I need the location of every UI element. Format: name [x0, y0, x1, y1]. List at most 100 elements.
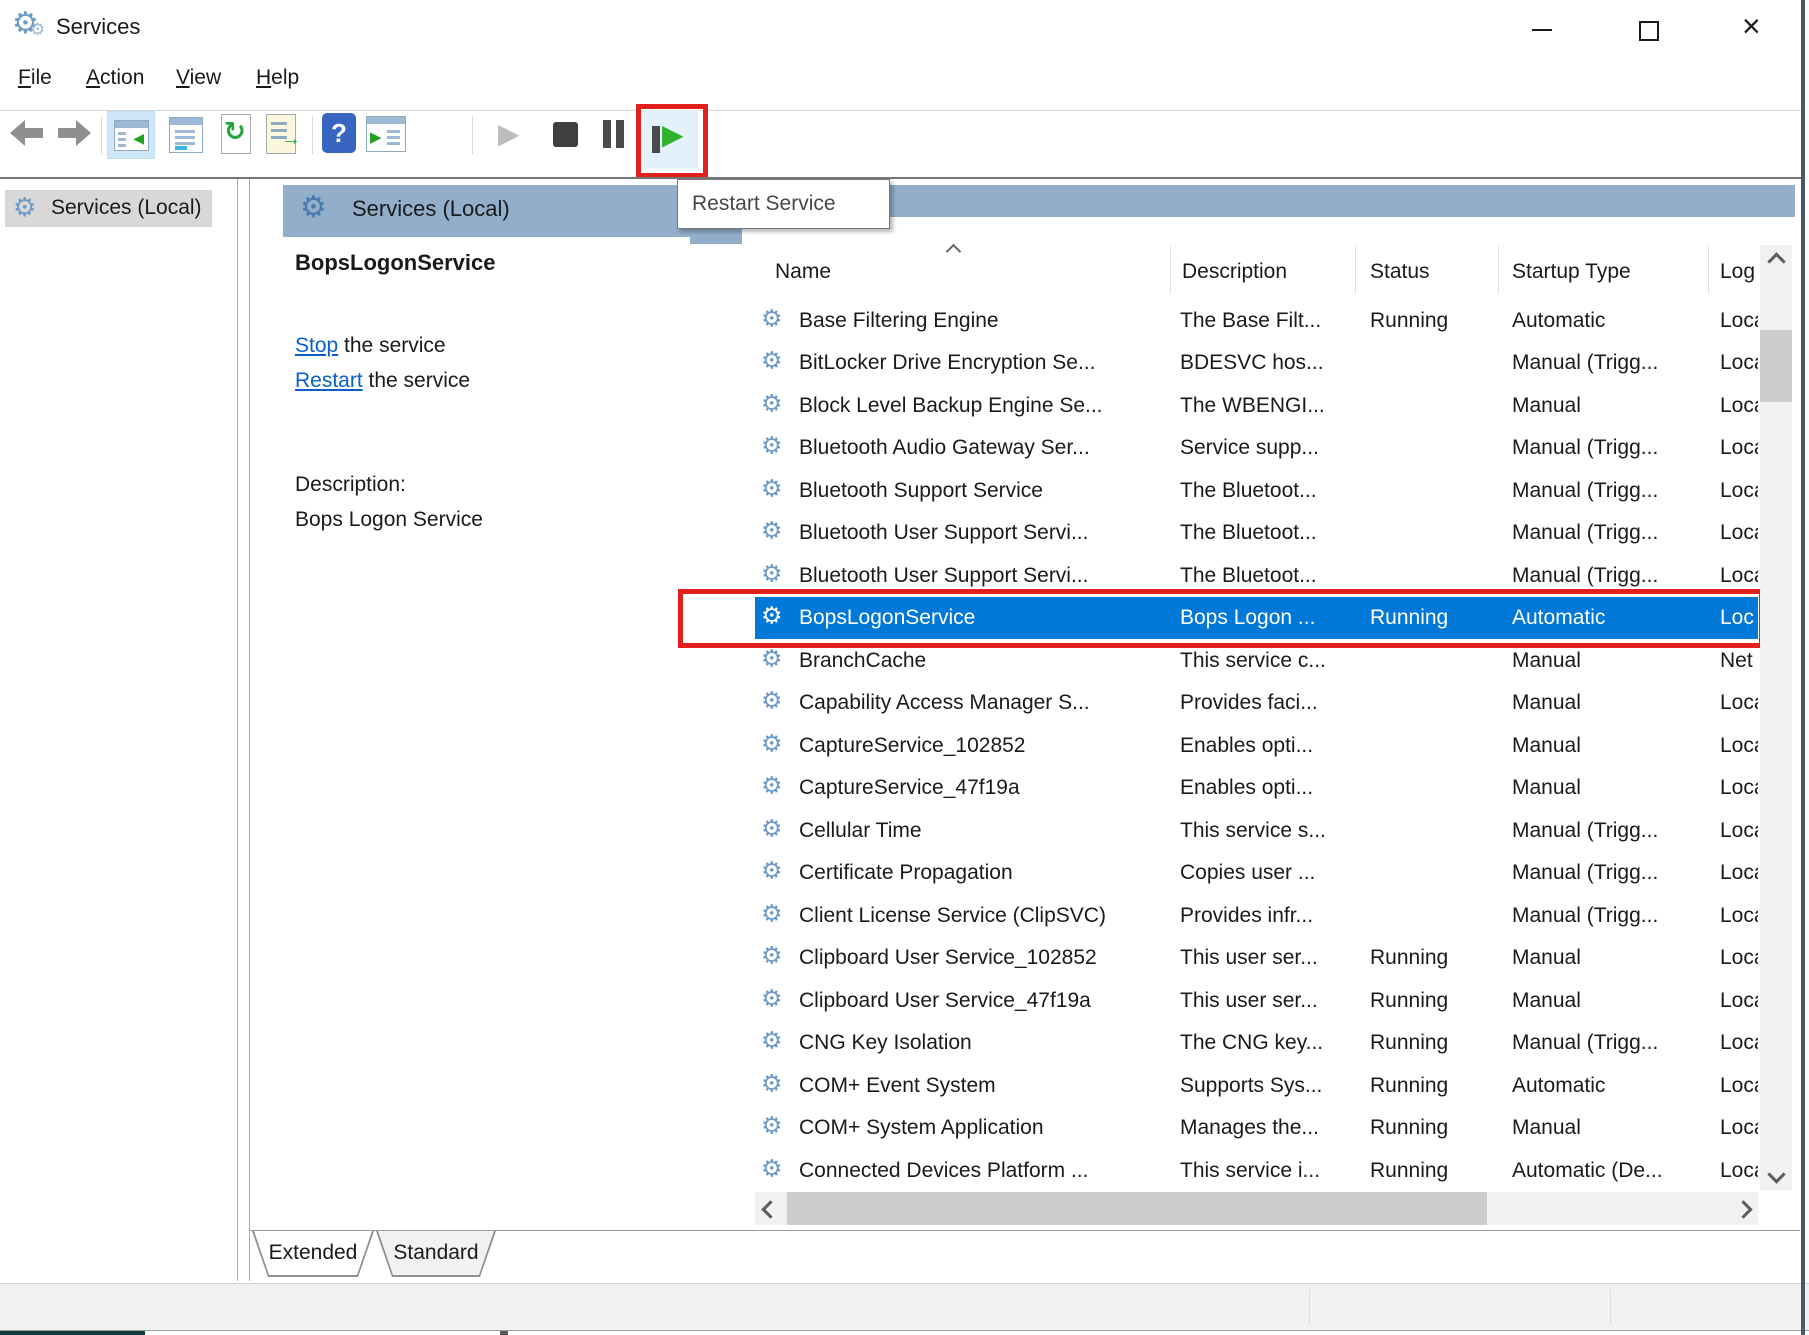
service-row[interactable]: ⚙ CaptureService_47f19a Enables opti... …: [755, 767, 1758, 809]
column-header-name[interactable]: Name: [775, 260, 831, 284]
forward-button[interactable]: [55, 120, 91, 146]
status-bar: [0, 1283, 1809, 1331]
service-row[interactable]: ⚙ CNG Key Isolation The CNG key... Runni…: [755, 1022, 1758, 1064]
service-description: This service c...: [1180, 649, 1326, 673]
column-divider: [1498, 246, 1499, 294]
service-status: Running: [1370, 1116, 1448, 1140]
chevron-right-icon: [1734, 1200, 1752, 1218]
service-startup-type: Automatic: [1512, 1074, 1605, 1098]
column-header-log-on-as[interactable]: Log: [1720, 260, 1758, 284]
service-row[interactable]: ⚙ COM+ System Application Manages the...…: [755, 1107, 1758, 1149]
selected-row-annotation-box: [678, 589, 1764, 648]
service-description: This user ser...: [1180, 989, 1318, 1013]
service-row[interactable]: ⚙ Certificate Propagation Copies user ..…: [755, 852, 1758, 894]
status-bar-divider: [1610, 1289, 1611, 1325]
service-row[interactable]: ⚙ Block Level Backup Engine Se... The WB…: [755, 385, 1758, 427]
service-startup-type: Manual: [1512, 946, 1581, 970]
window-right-border: [1801, 0, 1805, 1335]
maximize-button[interactable]: [1639, 21, 1659, 41]
service-gear-icon: ⚙: [761, 432, 783, 461]
minimize-button[interactable]: [1532, 29, 1552, 31]
help-button[interactable]: ?: [320, 112, 358, 154]
service-gear-icon: ⚙: [761, 390, 783, 419]
tab-extended[interactable]: Extended: [252, 1231, 374, 1277]
tree-gear-icon: ⚙: [13, 192, 36, 223]
service-row[interactable]: ⚙ CaptureService_102852 Enables opti... …: [755, 725, 1758, 767]
service-name: COM+ System Application: [799, 1116, 1044, 1140]
close-button[interactable]: ×: [1742, 8, 1761, 45]
scroll-right-button[interactable]: [1728, 1192, 1758, 1225]
column-header-description[interactable]: Description: [1182, 260, 1287, 284]
service-log-on-as: Loca: [1720, 436, 1758, 460]
restart-service-link[interactable]: Restart: [295, 369, 363, 392]
description-label: Description:: [295, 473, 406, 497]
scroll-down-button[interactable]: [1760, 1162, 1792, 1190]
menu-file[interactable]: File: [18, 66, 52, 90]
service-row[interactable]: ⚙ Bluetooth Support Service The Bluetoot…: [755, 470, 1758, 512]
service-description: Provides infr...: [1180, 904, 1313, 928]
tab-standard[interactable]: Standard: [376, 1231, 496, 1277]
service-name: Bluetooth Support Service: [799, 479, 1043, 503]
service-name: Cellular Time: [799, 819, 922, 843]
window-bottom-border: [0, 1330, 1809, 1331]
restart-service-tooltip: Restart Service: [677, 179, 890, 229]
service-row[interactable]: ⚙ Bluetooth User Support Servi... The Bl…: [755, 512, 1758, 554]
stop-service-button[interactable]: [553, 122, 578, 147]
service-gear-icon: ⚙: [761, 687, 783, 716]
horizontal-scrollbar-thumb[interactable]: [787, 1192, 1487, 1225]
service-row[interactable]: ⚙ Base Filtering Engine The Base Filt...…: [755, 300, 1758, 342]
service-row[interactable]: ⚙ Clipboard User Service_47f19a This use…: [755, 980, 1758, 1022]
service-description: Enables opti...: [1180, 776, 1313, 800]
taskpad-title: Services (Local): [352, 196, 510, 222]
menu-help[interactable]: Help: [256, 66, 299, 90]
service-startup-type: Manual: [1512, 734, 1581, 758]
service-name: Base Filtering Engine: [799, 309, 999, 333]
tree-item-label: Services (Local): [51, 196, 202, 220]
scroll-up-button[interactable]: [1760, 245, 1792, 273]
menu-view[interactable]: View: [176, 66, 221, 90]
service-startup-type: Manual (Trigg...: [1512, 819, 1658, 843]
column-divider: [1708, 246, 1709, 294]
pause-service-button[interactable]: [603, 120, 627, 148]
service-row[interactable]: ⚙ COM+ Event System Supports Sys... Runn…: [755, 1065, 1758, 1107]
service-row[interactable]: ⚙ Capability Access Manager S... Provide…: [755, 682, 1758, 724]
service-gear-icon: ⚙: [761, 347, 783, 376]
service-gear-icon: ⚙: [761, 560, 783, 589]
scroll-left-button[interactable]: [755, 1192, 785, 1225]
service-gear-icon: ⚙: [761, 900, 783, 929]
service-row[interactable]: ⚙ BitLocker Drive Encryption Se... BDESV…: [755, 342, 1758, 384]
service-log-on-as: Loca: [1720, 351, 1758, 375]
vertical-scrollbar-thumb[interactable]: [1760, 330, 1792, 402]
service-log-on-as: Loca: [1720, 904, 1758, 928]
services-app-icon-small: ⚙: [30, 20, 45, 40]
vertical-scrollbar[interactable]: [1760, 245, 1792, 1190]
stop-service-line: Stop the service: [295, 334, 446, 358]
export-list-button[interactable]: →: [262, 112, 304, 156]
back-button[interactable]: [10, 120, 46, 146]
service-name: CNG Key Isolation: [799, 1031, 972, 1055]
horizontal-scrollbar[interactable]: [755, 1192, 1758, 1225]
service-gear-icon: ⚙: [761, 645, 783, 674]
tree-pane-border: [237, 179, 238, 1281]
extended-view-button[interactable]: ▶: [364, 114, 408, 154]
service-row[interactable]: ⚙ Client License Service (ClipSVC) Provi…: [755, 895, 1758, 937]
tree-item-services-local[interactable]: ⚙ Services (Local): [5, 190, 212, 227]
status-bar-divider: [1309, 1289, 1310, 1325]
service-startup-type: Manual (Trigg...: [1512, 436, 1658, 460]
service-row[interactable]: ⚙ Connected Devices Platform ... This se…: [755, 1150, 1758, 1192]
service-gear-icon: ⚙: [761, 985, 783, 1014]
properties-button[interactable]: [166, 114, 206, 156]
menu-action[interactable]: Action: [86, 66, 144, 90]
show-hide-console-tree-button[interactable]: ◀: [107, 111, 155, 159]
toolbar-separator: [101, 116, 102, 154]
service-row[interactable]: ⚙ Bluetooth Audio Gateway Ser... Service…: [755, 427, 1758, 469]
service-description: Copies user ...: [1180, 861, 1315, 885]
service-row[interactable]: ⚙ Cellular Time This service s... Manual…: [755, 810, 1758, 852]
service-startup-type: Automatic (De...: [1512, 1159, 1663, 1183]
refresh-button[interactable]: ↻: [216, 112, 256, 156]
service-row[interactable]: ⚙ Clipboard User Service_102852 This use…: [755, 937, 1758, 979]
start-service-button[interactable]: ▶: [498, 116, 520, 152]
stop-service-link[interactable]: Stop: [295, 334, 338, 357]
column-header-status[interactable]: Status: [1370, 260, 1430, 284]
column-header-startup-type[interactable]: Startup Type: [1512, 260, 1631, 284]
